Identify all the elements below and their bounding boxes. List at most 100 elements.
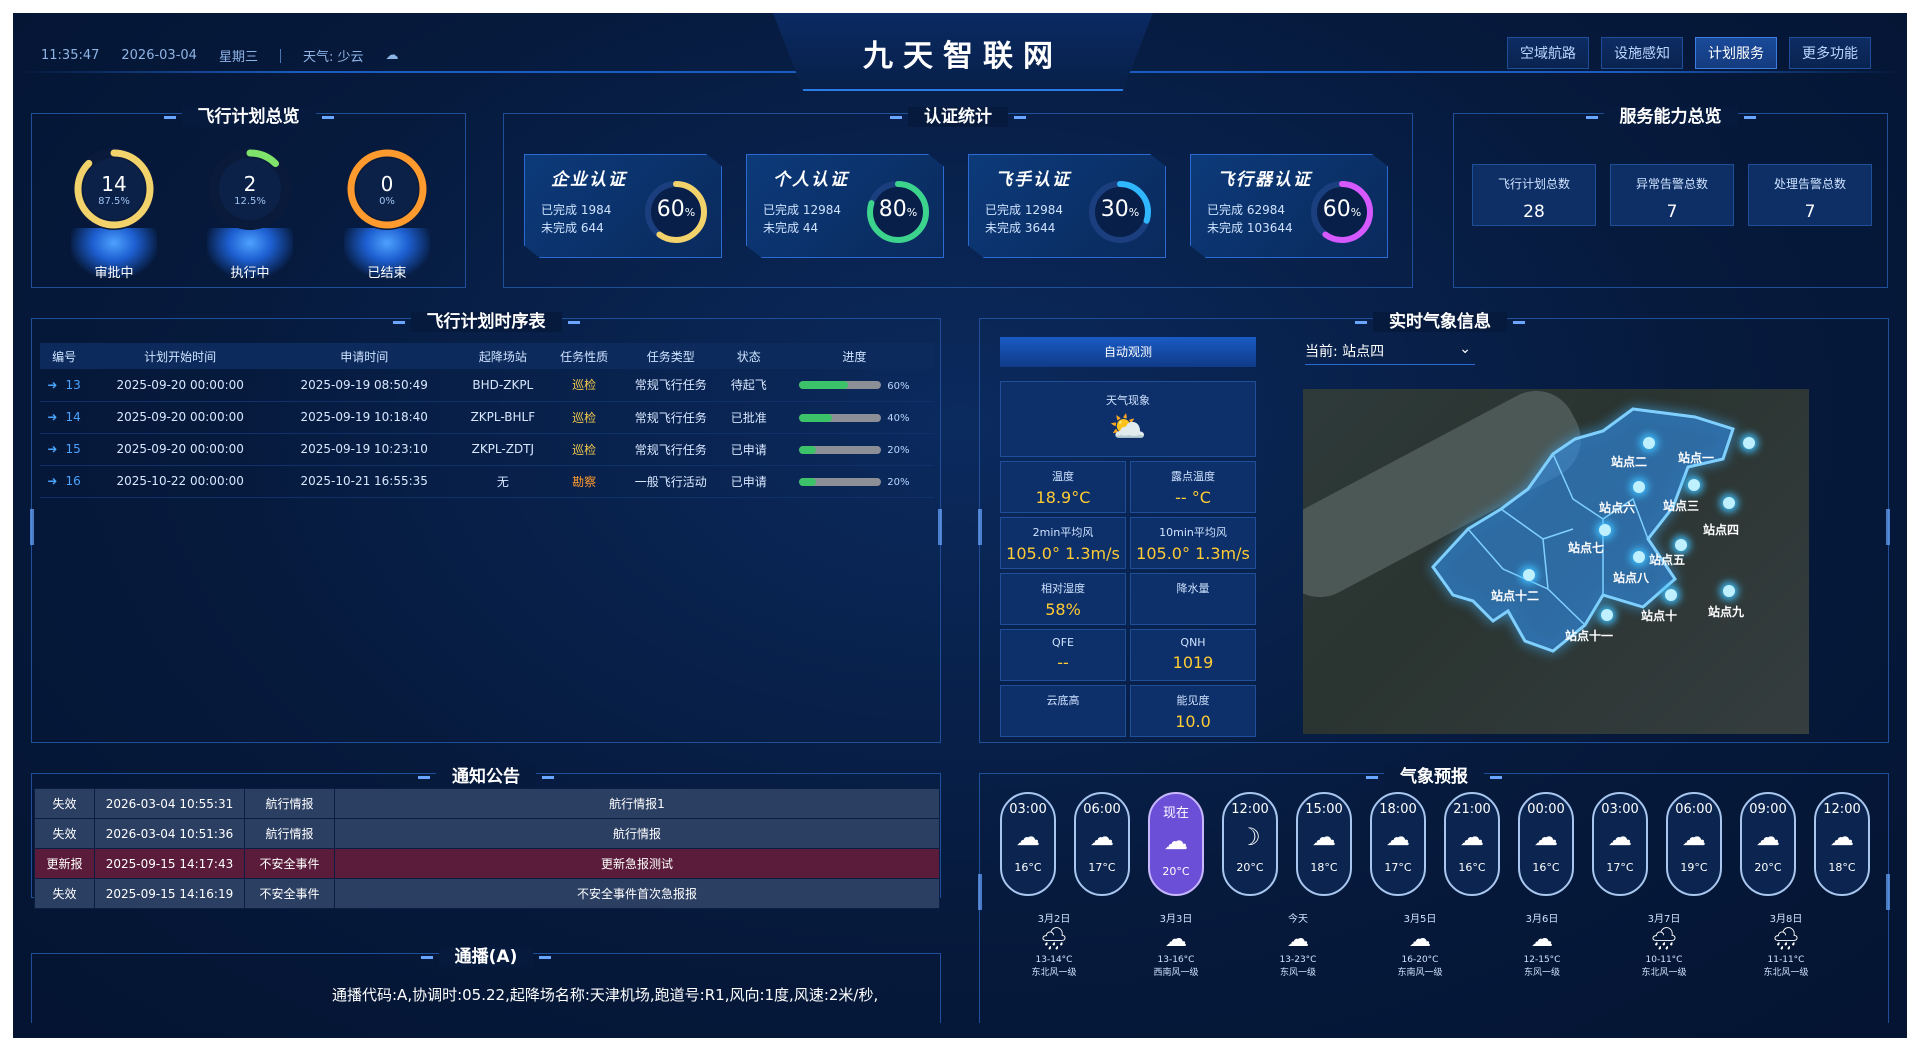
day-forecast[interactable]: 3月7日 🌧 10-11°C 东北风一级 <box>1624 910 1704 978</box>
hour-forecast[interactable]: 15:00 ☁ 18°C <box>1296 792 1352 896</box>
notice-content: 不安全事件首次急报报 <box>334 878 940 909</box>
station-marker[interactable] <box>1688 479 1700 491</box>
cert-card[interactable]: 飞行器认证 已完成 62984 未完成 103644 60% <box>1190 154 1388 258</box>
column-header: 计划开始时间 <box>88 343 273 369</box>
row-nature: 巡检 <box>549 433 619 466</box>
column-header: 状态 <box>722 343 775 369</box>
hour-forecast[interactable]: 21:00 ☁ 16°C <box>1444 792 1500 896</box>
auto-observe-button[interactable]: 自动观测 <box>1000 337 1256 367</box>
nav-more-button[interactable]: 更多功能 <box>1789 37 1871 69</box>
chevron-down-icon: ⌄ <box>1459 341 1471 357</box>
station-marker[interactable] <box>1643 437 1655 449</box>
scroll-marker <box>938 509 942 545</box>
day-date: 3月3日 <box>1159 914 1193 925</box>
hour-forecast[interactable]: 06:00 ☁ 17°C <box>1074 792 1130 896</box>
notice-content: 航行情报1 <box>334 788 940 819</box>
weather-cell: 降水量 <box>1130 573 1256 625</box>
day-forecast[interactable]: 3月3日 ☁ 13-16°C 西南风一级 <box>1136 910 1216 978</box>
station-marker[interactable] <box>1599 524 1611 536</box>
cert-title: 飞手认证 <box>995 170 1071 190</box>
cert-todo: 未完成 103644 <box>1207 221 1293 235</box>
hour-temp: 18°C <box>1310 861 1338 874</box>
table-row[interactable]: ➜ 14 2025-09-20 00:00:00 2025-09-19 10:18:4… <box>40 401 934 434</box>
hour-time: 06:00 <box>1675 802 1713 817</box>
hour-forecast[interactable]: 12:00 ☁ 18°C <box>1814 792 1870 896</box>
station-marker[interactable] <box>1633 481 1645 493</box>
hour-forecast[interactable]: 03:00 ☁ 17°C <box>1592 792 1648 896</box>
cert-title: 飞行器认证 <box>1217 170 1312 190</box>
nav-facility-button[interactable]: 设施感知 <box>1601 37 1683 69</box>
schedule-table: 编号 计划开始时间 申请时间 起降场站 任务性质 任务类型 状态 进度 ➜ 13 2025-09-… <box>40 343 934 498</box>
station-marker[interactable] <box>1743 437 1755 449</box>
row-progress: 60% <box>774 369 934 402</box>
nav-plan-service-button[interactable]: 计划服务 <box>1695 37 1777 69</box>
station-marker[interactable] <box>1665 589 1677 601</box>
day-range: 12-15°C <box>1523 955 1561 965</box>
station-marker[interactable] <box>1723 497 1735 509</box>
hour-forecast[interactable]: 06:00 ☁ 19°C <box>1666 792 1722 896</box>
gauge-finished[interactable]: 0 0% 已结束 <box>332 134 442 284</box>
weather-cell-label: 能见度 <box>1176 694 1210 707</box>
cert-card[interactable]: 个人认证 已完成 12984 未完成 44 80% <box>746 154 944 258</box>
notice-time: 2025-09-15 14:16:19 <box>94 878 245 909</box>
day-forecast[interactable]: 3月2日 🌧 13-14°C 东北风一级 <box>1014 910 1094 978</box>
table-row[interactable]: ➜ 13 2025-09-20 00:00:00 2025-09-19 08:50:4… <box>40 369 934 402</box>
cert-done: 已完成 62984 <box>1207 203 1285 217</box>
header-status: 11:35:47 2026-03-04 星期三 天气: 少云 ☁ <box>41 46 398 65</box>
partly-cloudy-icon: ⛅ <box>1109 410 1147 445</box>
day-forecast[interactable]: 今天 ☁ 13-23°C 东风一级 <box>1258 910 1338 978</box>
notice-row[interactable]: 失效 2025-09-15 14:16:19 不安全事件 不安全事件首次急报报 <box>34 878 940 909</box>
hour-temp: 18°C <box>1828 861 1856 874</box>
day-forecast[interactable]: 3月8日 🌧 11-11°C 东北风一级 <box>1746 910 1826 978</box>
hour-temp: 16°C <box>1014 861 1042 874</box>
day-forecast[interactable]: 3月5日 ☁ 16-20°C 东南风一级 <box>1380 910 1460 978</box>
day-forecast[interactable]: 3月6日 ☁ 12-15°C 东风一级 <box>1502 910 1582 978</box>
station-marker[interactable] <box>1633 551 1645 563</box>
table-row[interactable]: ➜ 16 2025-10-22 00:00:00 2025-10-21 16:55:3… <box>40 465 934 498</box>
svc-total-plans[interactable]: 飞行计划总数 28 <box>1472 164 1596 226</box>
notice-row[interactable]: 失效 2026-03-04 10:51:36 航行情报 航行情报 <box>34 818 940 849</box>
gauge-label: 审批中 <box>94 266 134 281</box>
hour-forecast[interactable]: 00:00 ☁ 16°C <box>1518 792 1574 896</box>
hour-forecast[interactable]: 现在 ☁ 20°C <box>1148 792 1204 896</box>
divider <box>279 48 281 63</box>
notice-row[interactable]: 失效 2026-03-04 10:55:31 航行情报 航行情报1 <box>34 788 940 819</box>
notice-row[interactable]: 更新报 2025-09-15 14:17:43 不安全事件 更新急报测试 <box>34 848 940 879</box>
hour-temp: 20°C <box>1236 861 1264 874</box>
cert-percent: 80% <box>878 197 918 222</box>
day-wind: 东北风一级 <box>1641 968 1687 978</box>
hour-forecast[interactable]: 12:00 ☽ 20°C <box>1222 792 1278 896</box>
row-status: 已申请 <box>722 433 775 466</box>
station-select[interactable]: 当前: 站点四 ⌄ <box>1305 341 1475 365</box>
station-marker[interactable] <box>1523 569 1535 581</box>
station-map[interactable]: 站点一 站点二 站点三 站点四 站点五 站点六 站点七 站点八 站点九 站点十 站点十一 站点十二 <box>1303 389 1809 734</box>
cert-card[interactable]: 企业认证 已完成 1984 未完成 644 60% <box>524 154 722 258</box>
hour-forecast[interactable]: 18:00 ☁ 17°C <box>1370 792 1426 896</box>
station-marker[interactable] <box>1675 539 1687 551</box>
hour-forecast[interactable]: 09:00 ☁ 20°C <box>1740 792 1796 896</box>
nav-airspace-button[interactable]: 空域航路 <box>1507 37 1589 69</box>
station-marker[interactable] <box>1723 585 1735 597</box>
gauge-executing[interactable]: 2 12.5% 执行中 <box>195 134 305 284</box>
notice-table: 失效 2026-03-04 10:55:31 航行情报 航行情报1 失效 2026-03-… <box>34 788 940 909</box>
notice-panel: 通知公告 失效 2026-03-04 10:55:31 航行情报 航行情报1 失效 202… <box>31 767 941 909</box>
gauge-approving[interactable]: 14 87.5% 审批中 <box>59 134 169 284</box>
row-progress: 20% <box>774 433 934 466</box>
row-id: ➜ 15 <box>40 433 89 466</box>
cert-card[interactable]: 飞手认证 已完成 12984 未完成 3644 30% <box>968 154 1166 258</box>
row-site: BHD-ZKPL <box>456 369 550 402</box>
cloud-icon: ☁ <box>1756 823 1780 851</box>
hour-time: 18:00 <box>1379 802 1417 817</box>
column-header: 任务性质 <box>549 343 619 369</box>
svc-value: 28 <box>1523 202 1545 222</box>
weather-cell-value: -- <box>1057 653 1069 672</box>
hour-forecast[interactable]: 03:00 ☁ 16°C <box>1000 792 1056 896</box>
station-marker[interactable] <box>1601 609 1613 621</box>
day-wind: 东风一级 <box>1523 968 1560 978</box>
gauge-percent: 87.5% <box>98 196 130 207</box>
svc-total-alarms[interactable]: 异常告警总数 7 <box>1610 164 1734 226</box>
column-header: 起降场站 <box>456 343 550 369</box>
svc-handled-alarms[interactable]: 处理告警总数 7 <box>1748 164 1872 226</box>
table-row[interactable]: ➜ 15 2025-09-20 00:00:00 2025-09-19 10:23:1… <box>40 433 934 466</box>
svc-value: 7 <box>1804 202 1816 222</box>
